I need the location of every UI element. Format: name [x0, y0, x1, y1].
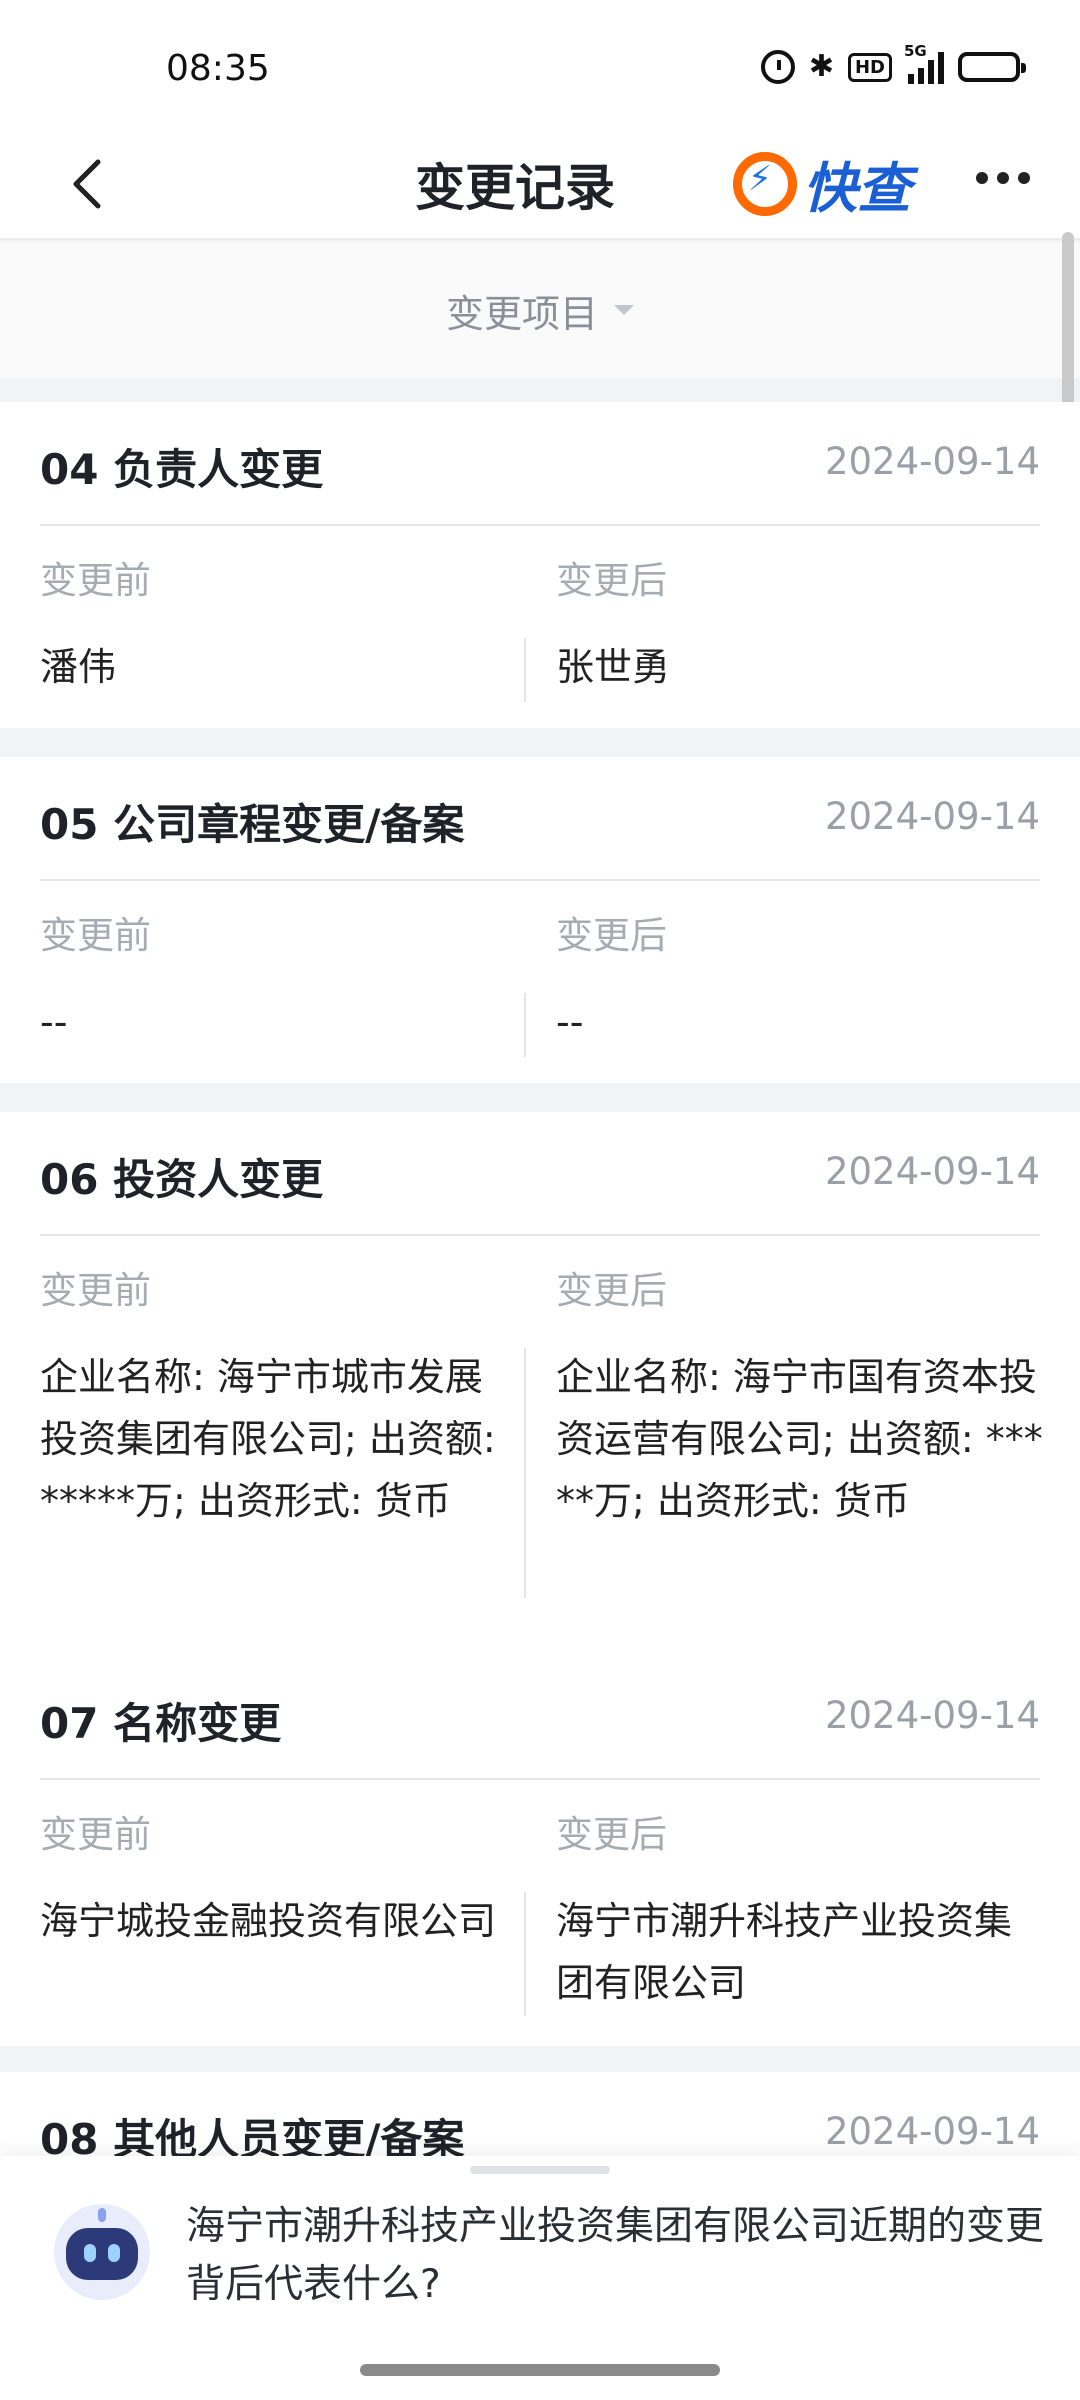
after-column: 变更后 张世勇	[556, 526, 1046, 698]
bluetooth-icon: ✱	[808, 49, 834, 84]
before-value: 潘伟	[40, 645, 117, 689]
page-title: 变更记录	[415, 159, 615, 217]
change-record-card: 05 公司章程变更/备案 2024-09-14 变更前 -- 变更后 --	[0, 757, 1080, 1083]
record-date: 2024-09-14	[824, 1150, 1040, 1193]
after-column: 变更后 企业名称: 海宁市国有资本投资运营有限公司; 出资额: *****万; …	[556, 1236, 1046, 1532]
before-label: 变更前	[40, 559, 151, 602]
hd-icon: HD	[847, 52, 892, 82]
after-value: --	[556, 1000, 584, 1044]
record-title: 07 名称变更	[40, 1699, 282, 1748]
after-value: 企业名称: 海宁市国有资本投资运营有限公司; 出资额: *****万; 出资形式…	[556, 1355, 1043, 1523]
drag-handle[interactable]	[470, 2166, 610, 2174]
change-item-filter[interactable]: 变更项目	[0, 242, 1080, 378]
filter-label: 变更项目	[445, 291, 598, 336]
before-label: 变更前	[40, 914, 151, 957]
before-label: 变更前	[40, 1813, 151, 1856]
signal-icon: 5G	[904, 42, 944, 84]
battery-icon	[958, 52, 1026, 82]
after-label: 变更后	[556, 914, 667, 957]
caret-down-icon	[614, 305, 634, 315]
record-header: 04 负责人变更 2024-09-14	[40, 402, 1040, 526]
record-date: 2024-09-14	[824, 440, 1040, 483]
change-record-card: 07 名称变更 2024-09-14 变更前 海宁城投金融投资有限公司 变更后 …	[0, 1656, 1080, 2046]
record-header: 06 投资人变更 2024-09-14	[40, 1112, 1040, 1236]
status-icons: ✱ HD 5G	[760, 42, 1026, 84]
column-divider	[524, 1892, 526, 2016]
after-column: 变更后 海宁市潮升科技产业投资集团有限公司	[556, 1780, 1046, 2014]
column-divider	[524, 993, 526, 1057]
after-value: 张世勇	[556, 645, 671, 689]
record-title: 05 公司章程变更/备案	[40, 800, 465, 849]
network-type: 5G	[904, 42, 927, 60]
before-column: 变更前 --	[40, 881, 510, 1053]
record-title: 04 负责人变更	[40, 445, 324, 494]
nav-bar: 变更记录 快查	[0, 130, 1080, 240]
logo-text: 快查	[803, 157, 911, 220]
change-record-card: 06 投资人变更 2024-09-14 变更前 企业名称: 海宁市城市发展投资集…	[0, 1112, 1080, 1657]
kuaicha-logo: 快查	[733, 144, 911, 223]
column-divider	[524, 1348, 526, 1598]
after-column: 变更后 --	[556, 881, 1046, 1053]
after-label: 变更后	[556, 559, 667, 602]
before-value: 企业名称: 海宁市城市发展投资集团有限公司; 出资额: *****万; 出资形式…	[40, 1355, 496, 1523]
before-column: 变更前 潘伟	[40, 526, 510, 698]
after-label: 变更后	[556, 1813, 667, 1856]
more-options-icon[interactable]	[976, 172, 1030, 184]
record-title: 06 投资人变更	[40, 1155, 324, 1204]
before-column: 变更前 企业名称: 海宁市城市发展投资集团有限公司; 出资额: *****万; …	[40, 1236, 510, 1532]
after-label: 变更后	[556, 1269, 667, 1312]
record-date: 2024-09-14	[824, 2110, 1040, 2153]
before-value: 海宁城投金融投资有限公司	[40, 1899, 497, 1943]
record-date: 2024-09-14	[824, 795, 1040, 838]
alarm-icon	[760, 50, 795, 84]
record-header: 07 名称变更 2024-09-14	[40, 1656, 1040, 1780]
ai-question[interactable]: 海宁市潮升科技产业投资集团有限公司近期的变更背后代表什么?	[186, 2198, 1066, 2314]
column-divider	[524, 638, 526, 702]
before-label: 变更前	[40, 1269, 151, 1312]
before-column: 变更前 海宁城投金融投资有限公司	[40, 1780, 510, 1952]
record-header: 05 公司章程变更/备案 2024-09-14	[40, 757, 1040, 881]
change-record-card: 04 负责人变更 2024-09-14 变更前 潘伟 变更后 张世勇	[0, 402, 1080, 728]
robot-avatar-icon	[54, 2204, 150, 2300]
home-indicator[interactable]	[360, 2364, 720, 2376]
record-date: 2024-09-14	[824, 1694, 1040, 1737]
before-value: --	[40, 1000, 68, 1044]
status-time: 08:35	[166, 48, 270, 89]
logo-lightning-icon	[733, 151, 797, 216]
status-bar: 08:35 ✱ HD 5G	[0, 0, 1080, 130]
after-value: 海宁市潮升科技产业投资集团有限公司	[556, 1899, 1013, 2005]
